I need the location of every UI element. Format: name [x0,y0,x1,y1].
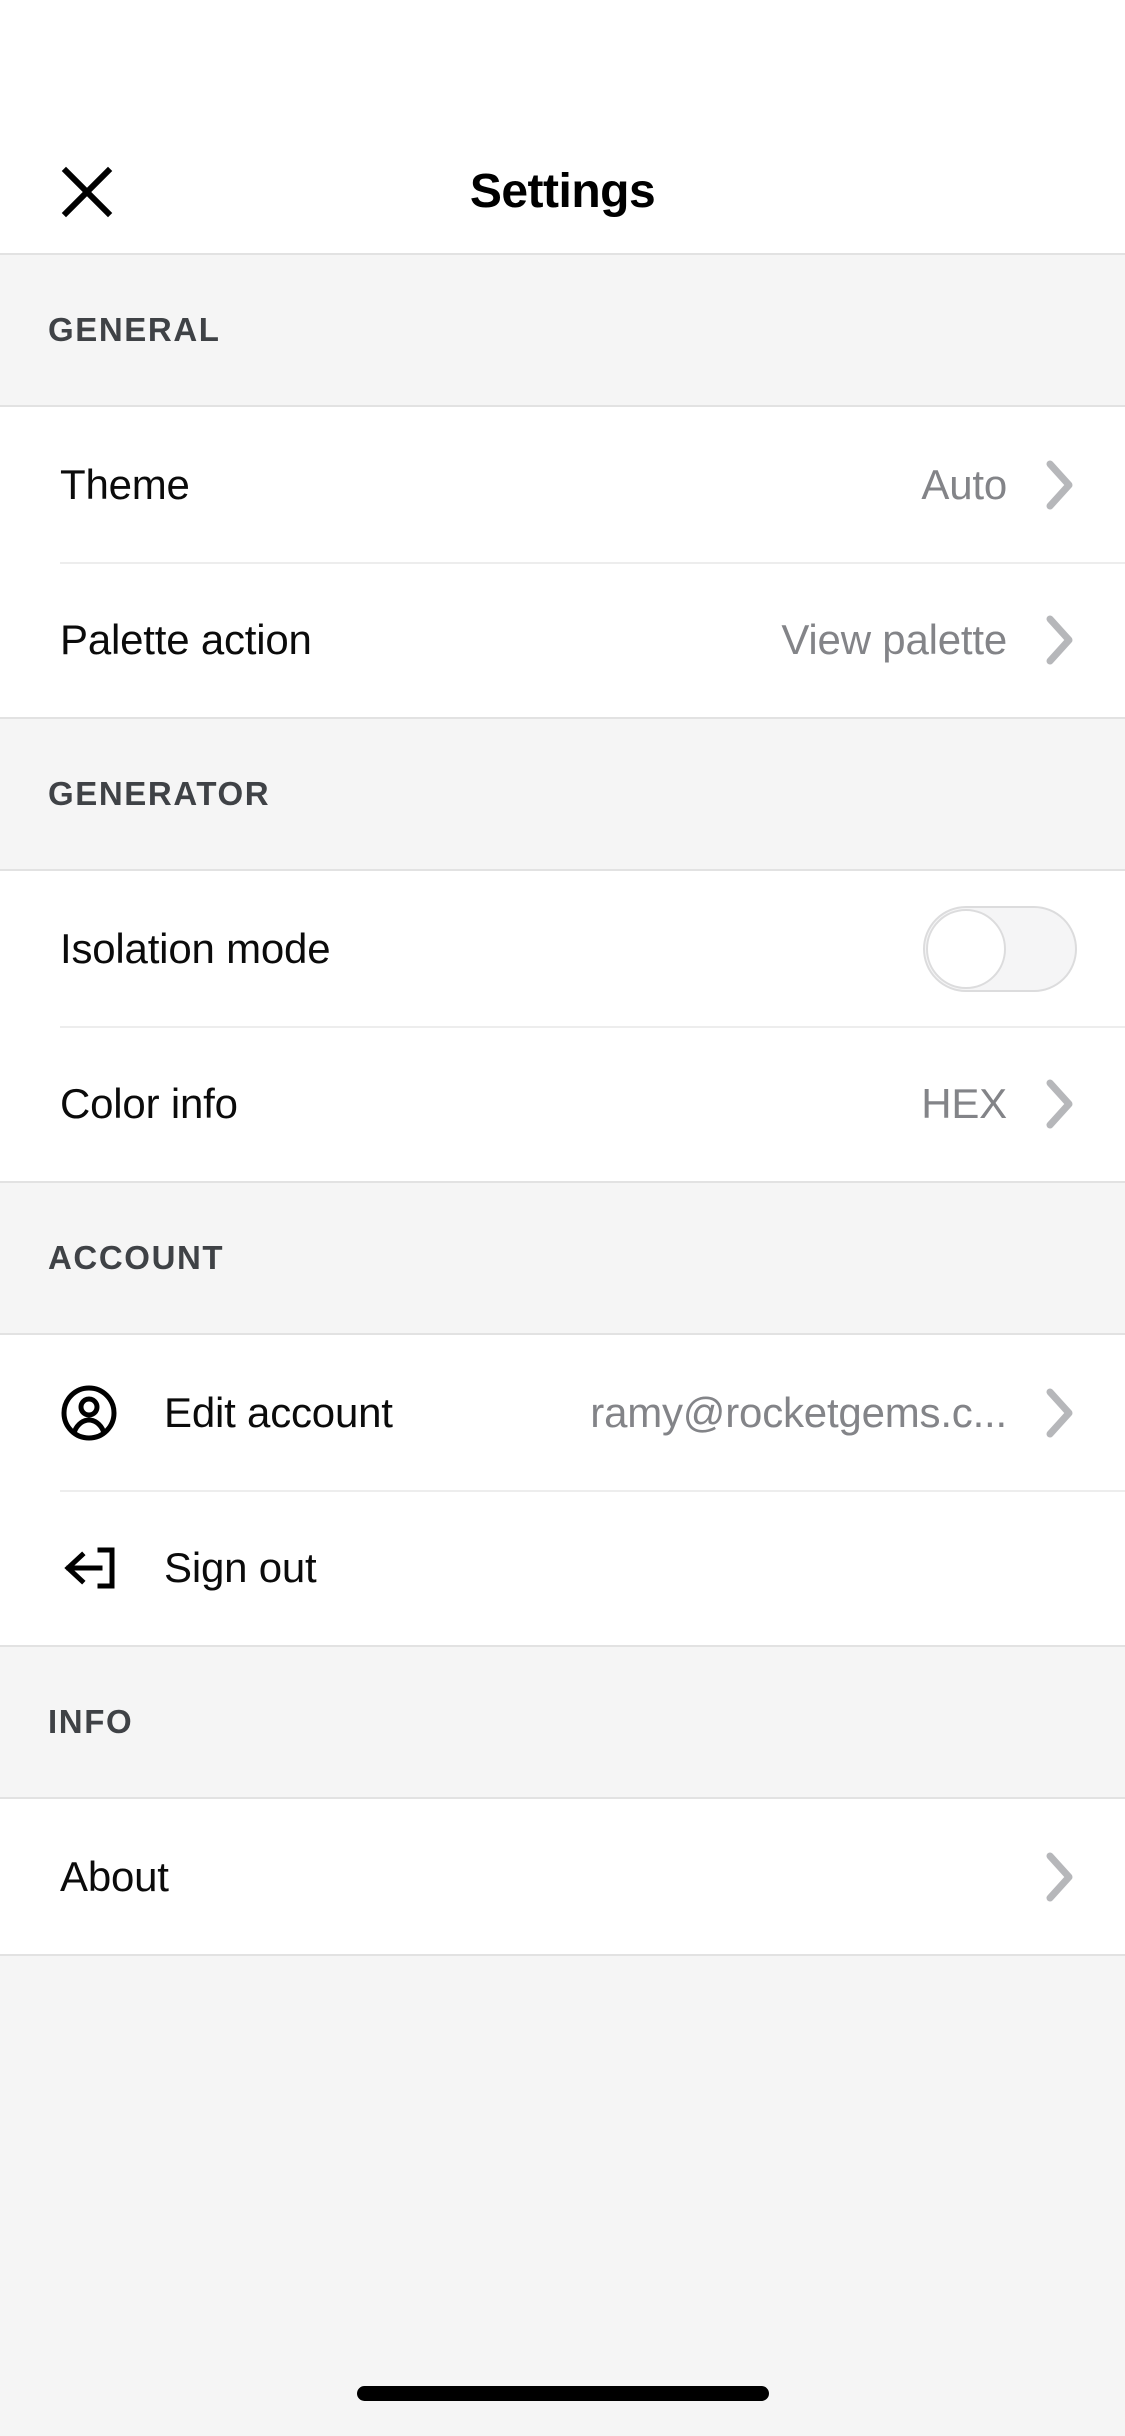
row-label: Theme [60,460,190,508]
section-header-generator: GENERATOR [0,719,1125,871]
section-group-info: About [0,1799,1125,1956]
section-label: GENERATOR [48,775,271,812]
chevron-right-icon [1043,1076,1077,1132]
close-icon[interactable] [55,160,119,224]
home-indicator-area [0,2362,1125,2436]
settings-row-sign-out[interactable]: Sign out [0,1490,1125,1645]
settings-row-theme[interactable]: Theme Auto [0,407,1125,562]
settings-list: GENERAL Theme Auto Palette action View p… [0,255,1125,2436]
section-label: GENERAL [48,311,221,348]
toggle-knob [926,908,1006,989]
row-label: Edit account [164,1388,393,1436]
settings-row-palette-action[interactable]: Palette action View palette [0,562,1125,717]
empty-space [0,1956,1125,2362]
row-value: View palette [781,615,1007,663]
section-group-general: Theme Auto Palette action View palette [0,407,1125,719]
row-label: Palette action [60,615,312,663]
row-label: Color info [60,1079,238,1127]
page-title: Settings [469,165,656,218]
row-label: Sign out [164,1543,317,1591]
isolation-mode-toggle[interactable] [923,905,1077,992]
sign-out-icon [60,1539,118,1597]
row-label: Isolation mode [60,924,331,972]
settings-row-edit-account[interactable]: Edit account ramy@rocketgems.c... [0,1335,1125,1490]
settings-row-about[interactable]: About [0,1799,1125,1954]
section-header-info: INFO [0,1647,1125,1799]
home-indicator[interactable] [356,2386,769,2401]
chevron-right-icon [1043,612,1077,668]
row-value: Auto [921,460,1007,508]
section-label: INFO [48,1703,134,1740]
chevron-right-icon [1043,457,1077,513]
section-header-general: GENERAL [0,255,1125,407]
settings-row-isolation-mode[interactable]: Isolation mode [0,871,1125,1026]
section-header-account: ACCOUNT [0,1183,1125,1335]
settings-row-color-info[interactable]: Color info HEX [0,1026,1125,1181]
screen-header: Settings [0,130,1125,255]
row-value: HEX [921,1079,1007,1127]
section-label: ACCOUNT [48,1239,225,1276]
user-circle-icon [60,1384,118,1442]
section-group-generator: Isolation mode Color info HEX [0,871,1125,1183]
account-email-value: ramy@rocketgems.c... [590,1388,1007,1436]
chevron-right-icon [1043,1849,1077,1905]
chevron-right-icon [1043,1385,1077,1441]
settings-screen: Settings GENERAL Theme Auto Palette acti… [0,0,1125,2436]
status-bar [0,0,1125,130]
row-label: About [60,1852,169,1900]
section-group-account: Edit account ramy@rocketgems.c... Sign o… [0,1335,1125,1647]
